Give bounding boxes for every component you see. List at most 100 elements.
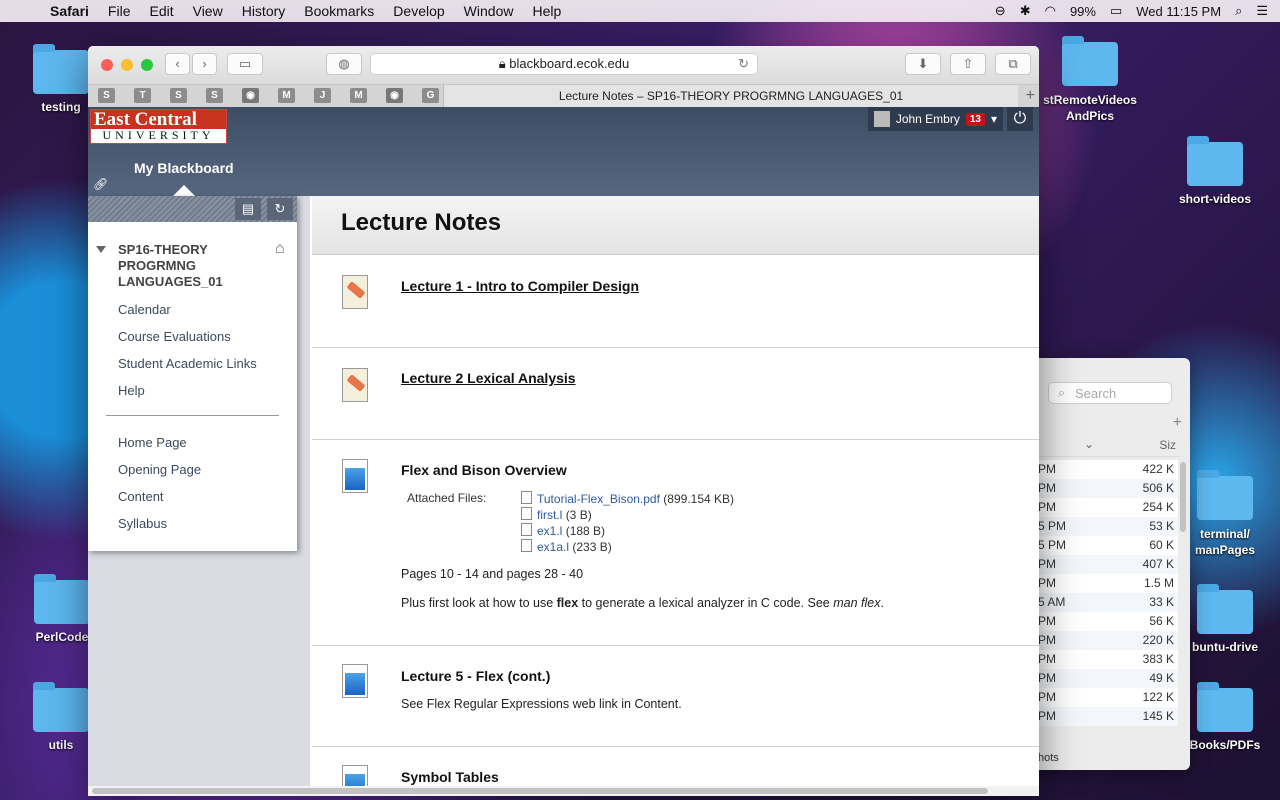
minimize-window-button[interactable] bbox=[121, 59, 133, 71]
folder-icon bbox=[33, 44, 89, 94]
favorite-t[interactable]: T bbox=[134, 88, 151, 103]
favorite-m-1[interactable]: M bbox=[278, 88, 295, 103]
battery-percent[interactable]: 99% bbox=[1070, 4, 1096, 19]
sidebar-item-home-page[interactable]: Home Page bbox=[118, 429, 201, 456]
finder-file-row[interactable]: PM 56 K bbox=[1030, 612, 1178, 631]
user-name: John Embry bbox=[895, 112, 960, 126]
back-button[interactable]: ‹ bbox=[165, 53, 190, 75]
github-icon[interactable]: ◉ bbox=[386, 88, 403, 103]
size-column-header[interactable]: Siz bbox=[1159, 438, 1176, 452]
finder-file-row[interactable]: 5 PM 53 K bbox=[1030, 517, 1178, 536]
battery-icon[interactable]: ▭ bbox=[1110, 3, 1122, 19]
document-icon bbox=[342, 664, 368, 698]
folder-view-icon[interactable]: ▤ bbox=[235, 198, 261, 220]
collapse-triangle-icon[interactable] bbox=[96, 246, 106, 253]
sidebar-item-student-academic-links[interactable]: Student Academic Links bbox=[118, 350, 257, 377]
finder-file-row[interactable]: PM 506 K bbox=[1030, 479, 1178, 498]
finder-file-row[interactable]: PM 1.5 M bbox=[1030, 574, 1178, 593]
menu-view[interactable]: View bbox=[193, 3, 223, 19]
file-date: 5 PM bbox=[1038, 519, 1067, 533]
finder-file-row[interactable]: PM 254 K bbox=[1030, 498, 1178, 517]
github-icon[interactable]: ◉ bbox=[242, 88, 259, 103]
attached-file[interactable]: ex1a.l (233 B) bbox=[521, 539, 734, 555]
sidebar-toggle-button[interactable]: ▭ bbox=[227, 53, 263, 75]
attached-file[interactable]: first.l (3 B) bbox=[521, 507, 734, 523]
reload-icon[interactable]: ↻ bbox=[738, 54, 749, 74]
favorite-s-3[interactable]: S bbox=[206, 88, 223, 103]
finder-file-row[interactable]: PM 122 K bbox=[1030, 688, 1178, 707]
notification-center-icon[interactable]: ☰ bbox=[1256, 3, 1268, 19]
shield-icon[interactable]: ◍ bbox=[326, 53, 362, 75]
forward-button[interactable]: › bbox=[192, 53, 217, 75]
desktop-folder-ubuntu-drive[interactable]: buntu-drive bbox=[1180, 584, 1270, 654]
favorites-and-tab-bar: S T S S ◉ M J M ◉ G Lecture Notes – SP16… bbox=[88, 85, 1039, 108]
address-bar[interactable]: 🔒︎ blackboard.ecok.edu ↻ bbox=[370, 53, 758, 75]
favorite-j[interactable]: J bbox=[314, 88, 331, 103]
menu-file[interactable]: File bbox=[108, 3, 131, 19]
favorite-s-1[interactable]: S bbox=[98, 88, 115, 103]
scrollbar-thumb[interactable] bbox=[92, 788, 988, 794]
finder-search-field[interactable]: Search bbox=[1048, 382, 1172, 404]
finder-file-row[interactable]: PM 407 K bbox=[1030, 555, 1178, 574]
sidebar-item-syllabus[interactable]: Syllabus bbox=[118, 510, 201, 537]
show-tabs-button[interactable]: ⧉ bbox=[995, 53, 1031, 75]
finder-scrollbar[interactable] bbox=[1180, 462, 1186, 532]
sidebar-item-calendar[interactable]: Calendar bbox=[118, 296, 257, 323]
favorite-m-2[interactable]: M bbox=[350, 88, 367, 103]
menu-develop[interactable]: Develop bbox=[393, 3, 444, 19]
finder-file-row[interactable]: 5 PM 60 K bbox=[1030, 536, 1178, 555]
menu-window[interactable]: Window bbox=[464, 3, 514, 19]
finder-file-row[interactable]: 5 AM 33 K bbox=[1030, 593, 1178, 612]
menu-history[interactable]: History bbox=[242, 3, 286, 19]
bluetooth-icon[interactable]: ✱ bbox=[1020, 3, 1031, 19]
item-title-link[interactable]: Lecture 2 Lexical Analysis bbox=[401, 370, 576, 386]
refresh-icon[interactable]: ↻ bbox=[267, 198, 293, 220]
attached-file[interactable]: ex1.l (188 B) bbox=[521, 523, 734, 539]
wifi-icon[interactable]: ◠ bbox=[1045, 3, 1056, 19]
menu-bookmarks[interactable]: Bookmarks bbox=[304, 3, 374, 19]
chevron-down-icon[interactable]: ⌄ bbox=[1084, 437, 1094, 451]
share-button[interactable]: ⇧ bbox=[950, 53, 986, 75]
file-date: PM bbox=[1038, 652, 1056, 666]
sidebar-item-content[interactable]: Content bbox=[118, 483, 201, 510]
finder-file-row[interactable]: PM 49 K bbox=[1030, 669, 1178, 688]
finder-column-header[interactable]: ⌄ Siz bbox=[1030, 434, 1180, 457]
link-icon[interactable]: 🔗︎ bbox=[93, 177, 108, 191]
desktop-folder-terminal-manpages[interactable]: terminal/ manPages bbox=[1180, 470, 1270, 558]
do-not-disturb-icon[interactable]: ⊖ bbox=[995, 3, 1006, 19]
course-title[interactable]: SP16-THEORY PROGRMNG LANGUAGES_01 bbox=[118, 242, 238, 290]
finder-file-row[interactable]: PM 145 K bbox=[1030, 707, 1178, 726]
user-menu[interactable]: John Embry 13 ▾ bbox=[867, 107, 1003, 131]
assignment-icon bbox=[342, 368, 368, 402]
file-size: 1.5 M bbox=[1143, 576, 1174, 590]
my-blackboard-tab[interactable]: My Blackboard bbox=[134, 160, 234, 176]
new-tab-button[interactable]: + bbox=[1026, 85, 1035, 107]
sidebar-item-help[interactable]: Help bbox=[118, 377, 257, 404]
sidebar-item-opening-page[interactable]: Opening Page bbox=[118, 456, 201, 483]
spotlight-search-icon[interactable]: ⌕ bbox=[1235, 3, 1242, 19]
desktop-folder-books-pdfs[interactable]: Books/PDFs bbox=[1180, 682, 1270, 752]
item-title-link[interactable]: Lecture 1 - Intro to Compiler Design bbox=[401, 278, 639, 294]
zoom-window-button[interactable] bbox=[141, 59, 153, 71]
sidebar-item-course-evaluations[interactable]: Course Evaluations bbox=[118, 323, 257, 350]
favorite-g[interactable]: G bbox=[422, 88, 439, 103]
active-tab[interactable]: Lecture Notes – SP16-THEORY PROGRMNG LAN… bbox=[443, 85, 1018, 107]
logout-power-icon[interactable]: ⏻ bbox=[1007, 107, 1033, 131]
add-icon[interactable]: + bbox=[1173, 414, 1182, 432]
home-icon[interactable]: ⌂ bbox=[275, 240, 285, 258]
attached-file[interactable]: Tutorial-Flex_Bison.pdf (899.154 KB) bbox=[521, 491, 734, 507]
finder-file-row[interactable]: PM 383 K bbox=[1030, 650, 1178, 669]
horizontal-scrollbar[interactable] bbox=[88, 786, 1039, 796]
menu-app-safari[interactable]: Safari bbox=[50, 3, 89, 19]
downloads-button[interactable]: ⬇ bbox=[905, 53, 941, 75]
close-window-button[interactable] bbox=[101, 59, 113, 71]
clock[interactable]: Wed 11:15 PM bbox=[1136, 4, 1221, 19]
desktop-folder-remote-videos[interactable]: stRemoteVideos AndPics bbox=[1035, 36, 1145, 124]
university-logo[interactable]: East Central UNIVERSITY bbox=[90, 109, 227, 144]
finder-file-row[interactable]: PM 422 K bbox=[1030, 460, 1178, 479]
menu-help[interactable]: Help bbox=[532, 3, 561, 19]
finder-file-row[interactable]: PM 220 K bbox=[1030, 631, 1178, 650]
favorite-s-2[interactable]: S bbox=[170, 88, 187, 103]
desktop-folder-short-videos[interactable]: short-videos bbox=[1170, 136, 1260, 206]
menu-edit[interactable]: Edit bbox=[149, 3, 173, 19]
